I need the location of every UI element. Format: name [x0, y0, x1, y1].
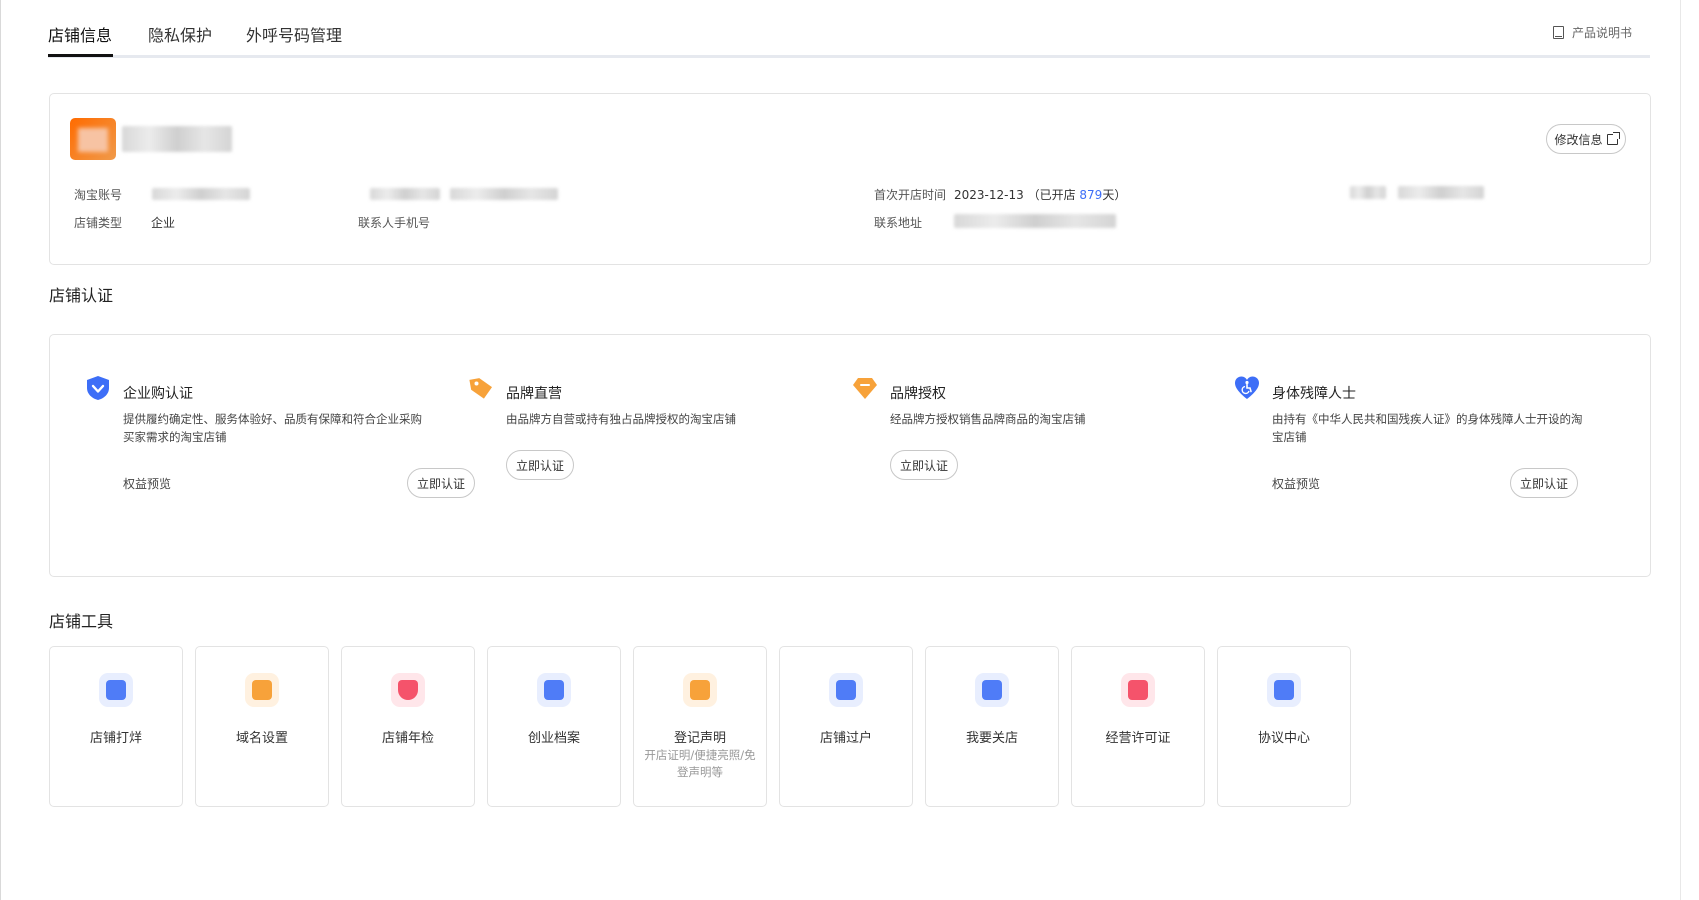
tool-label: 店铺打烊	[89, 731, 142, 746]
tool-agreement-center[interactable]: 协议中心	[1217, 646, 1351, 807]
tool-startup-archive[interactable]: 创业档案	[487, 646, 621, 807]
annual-check-icon	[391, 673, 425, 707]
tag-icon	[469, 378, 493, 399]
address-label: 联系地址	[874, 216, 923, 230]
tab-outbound-numbers[interactable]: 外呼号码管理	[246, 22, 342, 54]
certify-now-button[interactable]: 立即认证	[506, 450, 574, 480]
tools-section-title: 店铺工具	[49, 612, 114, 631]
field-redacted	[1350, 186, 1386, 199]
agreement-icon	[1267, 673, 1301, 707]
transfer-icon	[829, 673, 863, 707]
cert-title: 企业购认证	[123, 386, 193, 402]
cert-title: 身体残障人士	[1272, 386, 1356, 402]
certification-section-title: 店铺认证	[49, 286, 114, 305]
tool-label: 创业档案	[527, 731, 580, 746]
benefit-preview-link[interactable]: 权益预览	[123, 475, 171, 492]
benefit-preview-link[interactable]: 权益预览	[1272, 475, 1320, 492]
scrollbar[interactable]	[1680, 0, 1699, 900]
archive-icon	[537, 673, 571, 707]
account-label: 淘宝账号	[74, 188, 123, 202]
tab-label: 店铺信息	[48, 26, 113, 45]
book-icon	[1552, 26, 1564, 39]
edit-info-button[interactable]: 修改信息	[1546, 124, 1626, 154]
certify-now-button[interactable]: 立即认证	[1510, 468, 1578, 498]
store-avatar	[70, 118, 116, 160]
edit-button-label: 修改信息	[1554, 132, 1603, 147]
store-close-icon	[99, 673, 133, 707]
open-time-label: 首次开店时间	[874, 188, 947, 202]
tool-label: 域名设置	[235, 731, 288, 746]
account-value-redacted	[152, 188, 250, 200]
certify-now-button[interactable]: 立即认证	[407, 468, 475, 498]
shield-check-icon	[87, 376, 109, 400]
store-type-label: 店铺类型	[74, 216, 123, 230]
store-name-redacted	[122, 126, 232, 152]
tool-label: 登记声明	[673, 731, 726, 746]
address-value-redacted	[954, 214, 1116, 228]
domain-icon	[245, 673, 279, 707]
field-redacted	[1398, 186, 1484, 199]
heart-accessibility-icon	[1235, 376, 1259, 399]
cert-brand-authorized: 品牌授权 经品牌方授权销售品牌商品的淘宝店铺 立即认证	[852, 375, 1182, 495]
cert-brand-direct: 品牌直营 由品牌方自营或持有独占品牌授权的淘宝店铺 立即认证	[468, 375, 798, 495]
active-tab-indicator	[48, 54, 113, 57]
tab-store-info[interactable]: 店铺信息	[48, 22, 113, 57]
open-days-suffix: 天）	[1102, 188, 1127, 202]
tab-bar: 店铺信息 隐私保护 外呼号码管理 产品说明书	[48, 18, 1650, 58]
certify-now-button[interactable]: 立即认证	[890, 450, 958, 480]
tool-label: 店铺过户	[819, 731, 872, 746]
tool-label: 我要关店	[965, 731, 1018, 746]
cert-disabled-persons: 身体残障人士 由持有《中华人民共和国残疾人证》的身体残障人士开设的淘宝店铺 权益…	[1234, 375, 1594, 498]
tool-domain-settings[interactable]: 域名设置	[195, 646, 329, 807]
tab-label: 隐私保护	[148, 26, 213, 45]
tool-label: 经营许可证	[1105, 731, 1171, 746]
license-icon	[1121, 673, 1155, 707]
product-manual-link[interactable]: 产品说明书	[1552, 24, 1632, 41]
tool-sublabel: 开店证明/便捷亮照/免登声明等	[644, 748, 756, 779]
tool-registration-statement[interactable]: 登记声明 开店证明/便捷亮照/免登声明等	[633, 646, 767, 807]
tool-store-close[interactable]: 店铺打烊	[49, 646, 183, 807]
certification-card: 企业购认证 提供履约确定性、服务体验好、品质有保障和符合企业采购买家需求的淘宝店…	[49, 334, 1651, 577]
cert-desc: 由持有《中华人民共和国残疾人证》的身体残障人士开设的淘宝店铺	[1272, 412, 1583, 444]
diamond-icon	[853, 378, 877, 399]
register-icon	[683, 673, 717, 707]
tool-annual-check[interactable]: 店铺年检	[341, 646, 475, 807]
manual-label: 产品说明书	[1571, 26, 1632, 40]
tool-label: 协议中心	[1257, 731, 1310, 746]
open-date: 2023-12-13	[954, 188, 1024, 202]
tool-label: 店铺年检	[381, 731, 434, 746]
tool-store-transfer[interactable]: 店铺过户	[779, 646, 913, 807]
store-info-card: 修改信息 淘宝账号 首次开店时间 2023-12-13 （已开店 879天） 店…	[49, 93, 1651, 265]
cert-desc: 由品牌方自营或持有独占品牌授权的淘宝店铺	[506, 412, 736, 426]
store-type-value: 企业	[151, 216, 176, 230]
tab-label: 外呼号码管理	[246, 26, 343, 45]
external-edit-icon	[1606, 131, 1620, 145]
contact-phone-label: 联系人手机号	[358, 216, 431, 230]
field-redacted	[370, 188, 440, 200]
open-days-prefix: （已开店	[1027, 188, 1080, 202]
cert-desc: 经品牌方授权销售品牌商品的淘宝店铺	[890, 412, 1086, 426]
page-frame-border	[0, 0, 1, 900]
cert-enterprise: 企业购认证 提供履约确定性、服务体验好、品质有保障和符合企业采购买家需求的淘宝店…	[85, 375, 475, 498]
open-time-value: 2023-12-13 （已开店 879天）	[954, 186, 1126, 203]
tool-close-store[interactable]: 我要关店	[925, 646, 1059, 807]
cert-title: 品牌授权	[890, 386, 946, 402]
tool-business-license[interactable]: 经营许可证	[1071, 646, 1205, 807]
open-days-count: 879	[1079, 188, 1103, 202]
tab-privacy[interactable]: 隐私保护	[148, 22, 212, 54]
field-redacted	[450, 188, 558, 200]
close-store-icon	[975, 673, 1009, 707]
cert-title: 品牌直营	[506, 386, 562, 402]
cert-desc: 提供履约确定性、服务体验好、品质有保障和符合企业采购买家需求的淘宝店铺	[123, 412, 422, 444]
